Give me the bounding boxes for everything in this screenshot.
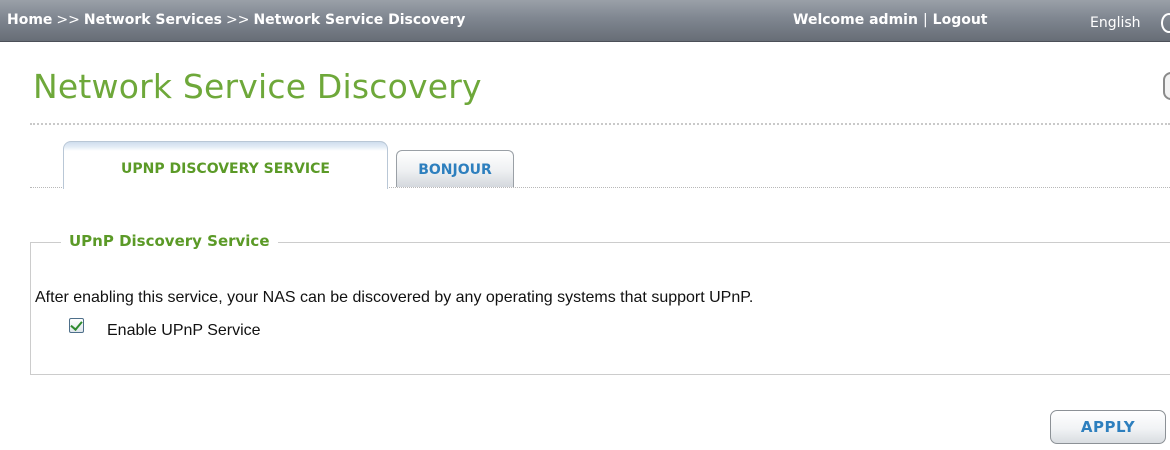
upnp-settings-group [30, 242, 1170, 375]
title-divider [30, 123, 1170, 125]
breadcrumb: Home >> Network Services >> Network Service … [7, 12, 465, 28]
user-divider: | [922, 12, 928, 28]
section-legend: UPnP Discovery Service [61, 232, 278, 250]
top-bar: Home >> Network Services >> Network Service … [0, 0, 1170, 42]
breadcrumb-separator: >> [225, 12, 250, 28]
breadcrumb-separator: >> [56, 12, 80, 28]
welcome-text: Welcome admin [793, 12, 918, 28]
help-icon[interactable] [1163, 72, 1170, 100]
page-title: Network Service Discovery [33, 67, 482, 106]
breadcrumb-current: Network Service Discovery [253, 12, 466, 28]
globe-icon[interactable] [1161, 13, 1170, 33]
enable-upnp-checkbox[interactable] [69, 318, 84, 333]
tab-upnp-discovery-service[interactable]: UPNP DISCOVERY SERVICE [63, 141, 388, 189]
breadcrumb-network-services[interactable]: Network Services [84, 12, 222, 28]
user-area: Welcome admin | Logout [793, 12, 988, 28]
tab-bonjour[interactable]: BONJOUR [396, 150, 514, 187]
enable-upnp-label[interactable]: Enable UPnP Service [107, 322, 261, 340]
logout-link[interactable]: Logout [933, 12, 988, 28]
language-selector[interactable]: English [1090, 15, 1141, 31]
apply-button[interactable]: APPLY [1050, 410, 1166, 444]
service-description: After enabling this service, your NAS ca… [35, 289, 754, 306]
breadcrumb-home[interactable]: Home [7, 12, 52, 28]
